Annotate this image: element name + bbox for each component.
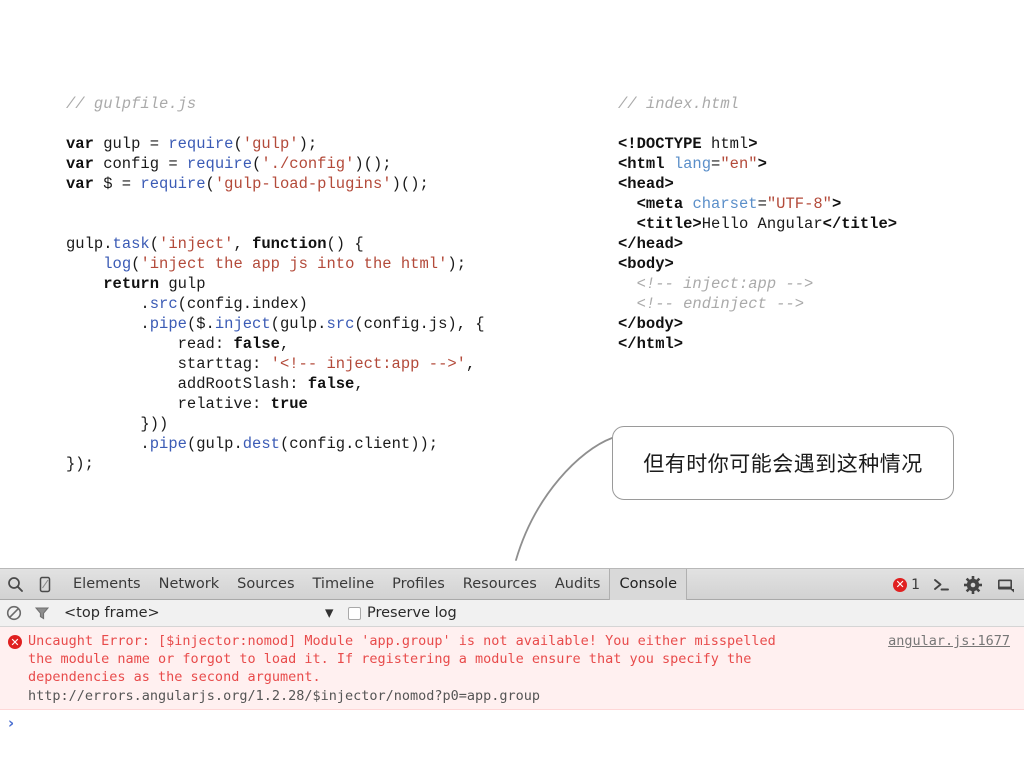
error-message-text: Uncaught Error: [$injector:nomod] Module… <box>28 633 784 685</box>
tab-label: Resources <box>462 576 537 592</box>
device-toggle-icon[interactable] <box>30 569 60 599</box>
devtools-tab-list: Elements Network Sources Timeline Profil… <box>64 568 688 600</box>
devtools-tabbar: Elements Network Sources Timeline Profil… <box>0 568 1024 600</box>
tab-timeline[interactable]: Timeline <box>304 569 384 600</box>
tab-audits[interactable]: Audits <box>546 569 610 600</box>
error-icon: ✕ <box>8 635 22 649</box>
code-comment-indexhtml: // index.html <box>618 95 739 113</box>
tab-label: Audits <box>554 576 601 592</box>
error-badge-icon: ✕ <box>893 577 908 592</box>
tab-label: Timeline <box>312 576 375 592</box>
tab-profiles[interactable]: Profiles <box>383 569 454 600</box>
slide-canvas: // gulpfile.js var gulp = require('gulp'… <box>0 0 1024 768</box>
tab-elements[interactable]: Elements <box>64 569 150 600</box>
code-block-indexhtml: // index.html <!DOCTYPE html> <html lang… <box>618 95 898 353</box>
dock-icon[interactable] <box>990 570 1020 600</box>
chevron-down-icon[interactable]: ▼ <box>325 607 333 620</box>
devtools-tabbar-right: ✕ 1 <box>889 569 1020 600</box>
console-filter-bar: <top frame> ▼ Preserve log <box>0 600 1024 627</box>
tab-resources[interactable]: Resources <box>454 569 546 600</box>
tab-label: Sources <box>237 576 295 592</box>
error-count-badge[interactable]: ✕ 1 <box>889 577 924 593</box>
error-source-link[interactable]: angular.js:1677 <box>888 633 1010 649</box>
code-comment-gulpfile: // gulpfile.js <box>66 95 197 113</box>
tab-label: Network <box>158 576 220 592</box>
console-input-row[interactable]: › <box>0 710 1024 736</box>
console-prompt-icon[interactable] <box>926 570 956 600</box>
preserve-log-control[interactable]: Preserve log <box>348 605 457 621</box>
console-error-message[interactable]: ✕ angular.js:1677 Uncaught Error: [$inje… <box>0 627 1024 710</box>
console-prompt-caret: › <box>8 714 15 732</box>
callout-text: 但有时你可能会遇到这种情况 <box>643 452 923 476</box>
tab-network[interactable]: Network <box>150 569 229 600</box>
devtools-panel: Elements Network Sources Timeline Profil… <box>0 568 1024 768</box>
preserve-log-label: Preserve log <box>367 605 457 621</box>
error-url-text: http://errors.angularjs.org/1.2.28/$inje… <box>28 688 541 704</box>
gear-icon[interactable] <box>958 570 988 600</box>
tab-label: Elements <box>73 576 141 592</box>
tab-label: Console <box>619 576 678 592</box>
tab-label: Profiles <box>392 576 445 592</box>
filter-icon[interactable] <box>28 600 56 626</box>
preserve-log-checkbox[interactable] <box>348 606 361 620</box>
tab-console[interactable]: Console <box>609 568 688 600</box>
console-output-area: ✕ angular.js:1677 Uncaught Error: [$inje… <box>0 627 1024 768</box>
error-count-label: 1 <box>911 576 920 593</box>
clear-console-icon[interactable] <box>0 600 28 626</box>
tab-sources[interactable]: Sources <box>228 569 303 600</box>
callout-bubble: 但有时你可能会遇到这种情况 <box>612 426 954 500</box>
frame-selector[interactable]: <top frame> <box>64 605 160 621</box>
code-block-gulpfile: // gulpfile.js var gulp = require('gulp'… <box>66 95 485 473</box>
search-icon[interactable] <box>0 569 30 599</box>
